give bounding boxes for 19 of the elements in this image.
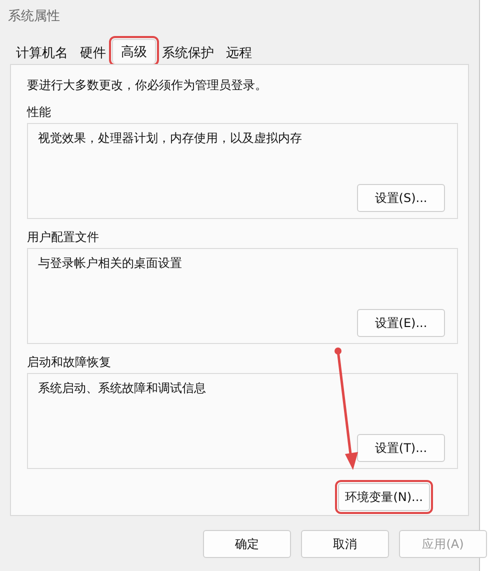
settings-button[interactable]: 设置(S)... [357,184,445,212]
group-title: 用户配置文件 [27,229,100,246]
tab[interactable]: 高级 [112,39,156,63]
environment-variables-button[interactable]: 环境变量(N)... [338,483,430,511]
tab[interactable]: 硬件 [74,42,112,64]
dialog-button[interactable]: 确定 [203,530,291,558]
tab[interactable]: 远程 [220,42,258,64]
tab[interactable]: 系统保护 [156,42,220,64]
notice-text: 要进行大多数更改，你必须作为管理员登录。 [27,77,268,94]
group-title: 启动和故障恢复 [27,354,112,371]
group-description: 与登录帐户相关的桌面设置 [38,255,183,272]
dialog-button[interactable]: 取消 [301,530,389,558]
group-description: 视觉效果，处理器计划，内存使用，以及虚拟内存 [38,130,303,147]
tab[interactable]: 计算机名 [10,42,74,64]
settings-button[interactable]: 设置(T)... [357,434,445,462]
settings-button[interactable]: 设置(E)... [357,309,445,337]
window-title: 系统属性 [8,8,60,25]
group-description: 系统启动、系统故障和调试信息 [38,380,207,397]
group-title: 性能 [27,104,52,121]
